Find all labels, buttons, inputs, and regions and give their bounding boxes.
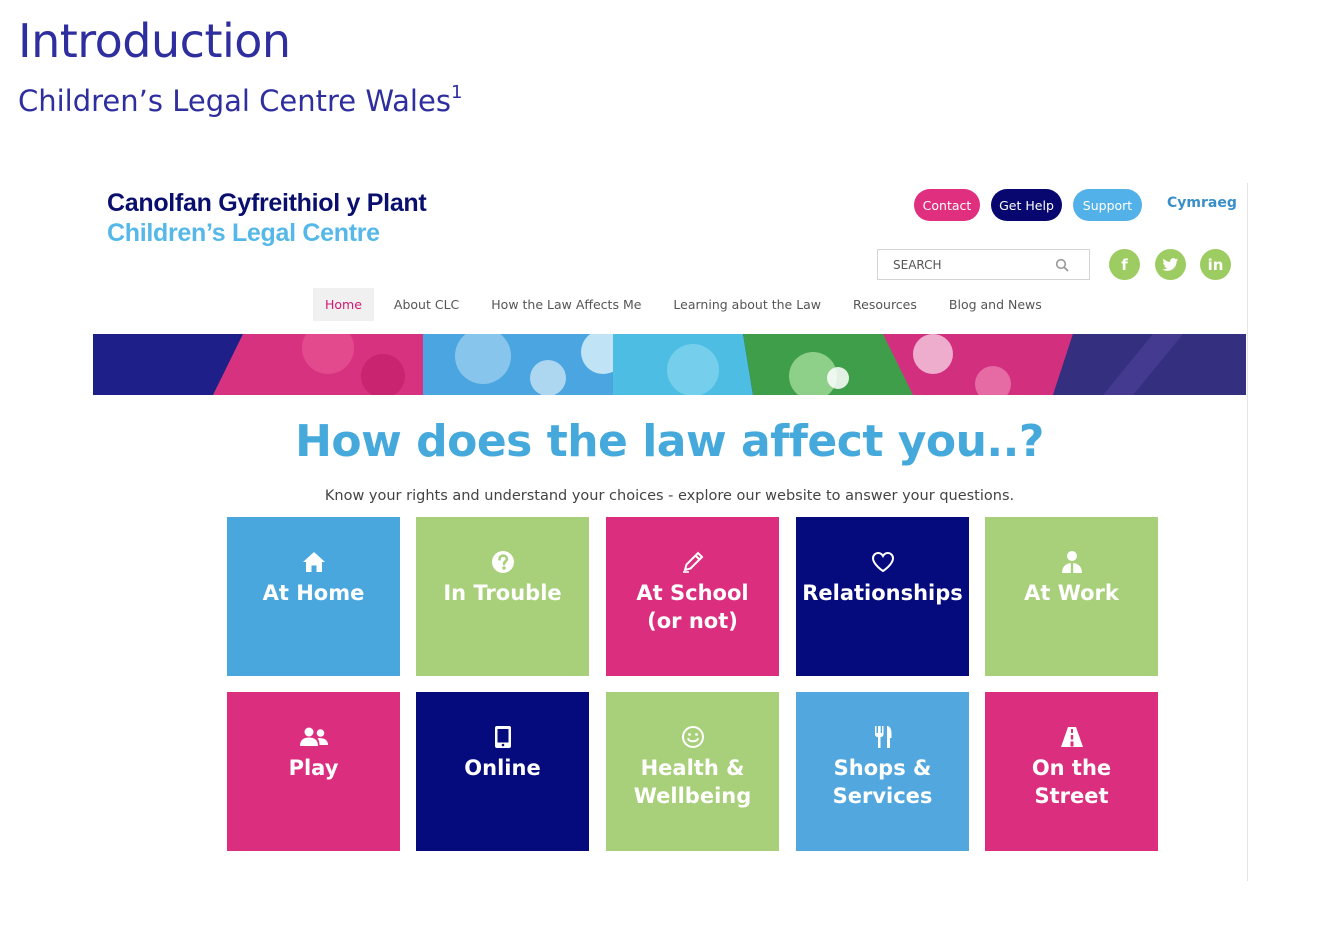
tile-at-work[interactable]: At Work [985, 517, 1158, 676]
linkedin-icon[interactable]: in [1200, 249, 1231, 280]
footnote-marker: 1 [450, 82, 463, 104]
tile-at-school[interactable]: At School (or not) [606, 517, 779, 676]
tile-label: At School (or not) [636, 581, 749, 633]
nav-item-home[interactable]: Home [313, 288, 374, 321]
tile-label: At Work [1024, 581, 1119, 605]
support-button[interactable]: Support [1073, 189, 1142, 221]
tile-play[interactable]: Play [227, 692, 400, 851]
puzzle-banner-image [93, 334, 1246, 395]
search-box [877, 249, 1090, 280]
home-icon [302, 552, 325, 572]
puzzle-pieces-graphic [93, 334, 1246, 395]
question-circle-icon [491, 551, 514, 573]
tile-label: In Trouble [443, 581, 562, 605]
nav-item-learning-about-the-law[interactable]: Learning about the Law [661, 288, 833, 321]
language-link[interactable]: Cymraeg [1167, 195, 1237, 211]
hero-heading: How does the law affect you..? [295, 416, 1044, 467]
logo-english-name[interactable]: Children’s Legal Centre [107, 219, 380, 248]
tile-label: Relationships [802, 581, 963, 605]
road-icon [1060, 727, 1083, 747]
tile-relationships[interactable]: Relationships [796, 517, 969, 676]
get-help-button[interactable]: Get Help [991, 189, 1062, 221]
cutlery-icon [874, 726, 891, 748]
slide-title: Introduction [18, 14, 291, 68]
nav-item-about-clc[interactable]: About CLC [382, 288, 471, 321]
tablet-icon [494, 726, 511, 748]
tile-at-home[interactable]: At Home [227, 517, 400, 676]
tile-label: Play [288, 756, 339, 780]
tile-label: Online [464, 756, 541, 780]
tile-label: Health & Wellbeing [633, 756, 752, 808]
twitter-icon[interactable] [1155, 249, 1186, 280]
tile-label: At Home [262, 581, 365, 605]
worker-icon [1061, 551, 1082, 573]
nav-item-resources[interactable]: Resources [841, 288, 929, 321]
smiley-icon [681, 726, 704, 748]
pencil-icon [682, 551, 703, 573]
nav-item-how-the-law-affects-me[interactable]: How the Law Affects Me [479, 288, 653, 321]
screenshot-right-border [1247, 183, 1248, 881]
tile-label: On the Street [1031, 756, 1112, 808]
slide-subtitle: Children’s Legal Centre Wales1 [18, 82, 463, 118]
slide-subtitle-text: Children’s Legal Centre Wales [18, 84, 451, 118]
tile-label: Shops & Services [832, 756, 933, 808]
main-nav: Home About CLC How the Law Affects Me Le… [313, 288, 1062, 321]
heart-icon [871, 551, 894, 573]
tile-on-the-street[interactable]: On the Street [985, 692, 1158, 851]
nav-item-blog-and-news[interactable]: Blog and News [937, 288, 1054, 321]
contact-button[interactable]: Contact [914, 189, 980, 221]
search-icon[interactable] [1055, 258, 1069, 272]
tile-shops-services[interactable]: Shops & Services [796, 692, 969, 851]
facebook-icon[interactable]: f [1109, 249, 1140, 280]
hero-intro-text: Know your rights and understand your cho… [324, 488, 1015, 504]
tile-in-trouble[interactable]: In Trouble [416, 517, 589, 676]
twitter-bird-glyph [1162, 257, 1179, 271]
logo-welsh-name[interactable]: Canolfan Gyfreithiol y Plant [107, 189, 427, 218]
tile-online[interactable]: Online [416, 692, 589, 851]
website-screenshot: Canolfan Gyfreithiol y Plant Children’s … [93, 183, 1246, 883]
search-input[interactable] [878, 250, 1048, 279]
tile-health-wellbeing[interactable]: Health & Wellbeing [606, 692, 779, 851]
group-icon [299, 727, 328, 746]
